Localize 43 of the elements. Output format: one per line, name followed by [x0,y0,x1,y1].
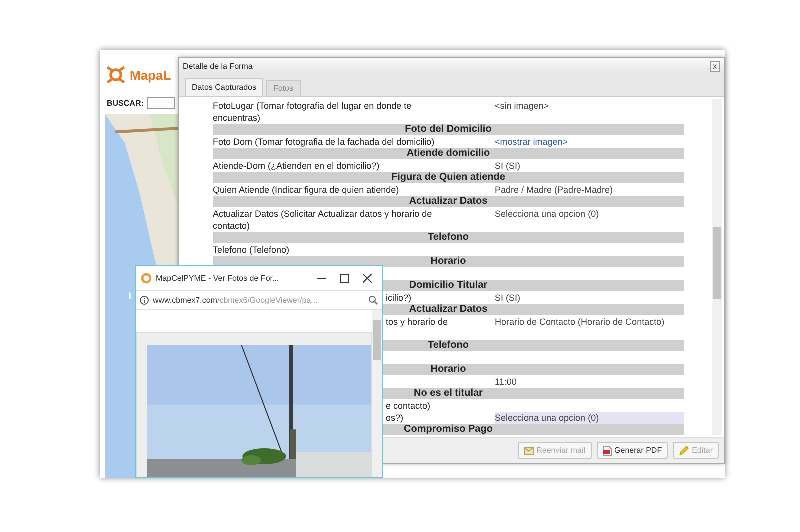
field-label: FotoLugar (Tomar fotografia del lugar en donde te encuentras) [213,100,413,124]
field-label: Actualizar Datos (Solicitar Actualizar datos y horario de contacto) [213,208,434,232]
section-header: Horario [213,256,684,267]
envelope-icon [524,446,534,455]
search-label: BUSCAR: [107,98,144,108]
field-label: Quien Atiende (Indicar figura de quien atiende) [213,184,400,196]
image-link[interactable]: <mostrar imagen> [495,136,684,148]
pencil-icon [679,446,690,456]
window-title: MapCelPYME - Ver Fotos de For... [156,274,280,282]
field-label: Telefono (Telefono) [213,244,290,256]
logo-icon [104,64,128,86]
field-label: Atiende-Dom (¿Atienden en el domicilio?) [213,160,380,172]
section-header: Figura de Quien atiende [213,172,684,183]
section-header: Actualizar Datos [213,196,684,207]
field-value: SI (SI) [495,160,522,172]
field-label: tos y horario de [386,316,448,328]
field-value: Selecciona una opcion (0) [495,412,684,424]
search-field[interactable] [146,97,175,109]
section-header: Foto del Domicilio [213,124,684,135]
tab[interactable]: Datos Capturados [185,78,264,96]
field-value: <sin imagen> [495,100,550,112]
field-label: Foto Dom (Tomar fotografia de la fachada del domicilio) [213,136,435,148]
section-header: Telefono [213,232,684,243]
scrollbar[interactable] [372,310,382,477]
scrollbar[interactable] [712,99,722,435]
search-icon [369,296,378,304]
field-label: icilio?) [386,292,412,304]
field-value: SI (SI) [495,292,522,304]
action-button[interactable]: Generar PDF [596,442,668,459]
close-icon [363,274,372,282]
pdf-icon [602,446,612,456]
field-label: os?) [386,412,404,424]
field-value: Padre / Madre (Padre-Madre) [495,184,614,196]
field-value: Selecciona una opcion (0) [495,208,600,220]
field-label: e contacto) [386,400,431,412]
maximize-icon [340,274,349,282]
window-title: Detalle de la Forma [183,62,253,70]
field-value: Horario de Contacto (Horario de Contacto) [495,316,666,328]
close-button[interactable]: x [710,60,720,72]
field-value: 11:00 [495,376,518,388]
address-bar[interactable]: www.cbmex7.com/cbmex6/GoogleViewer/pa... [153,296,365,304]
section-header: Atiende domicilio [213,148,684,159]
logo-text: MapaL [130,68,172,82]
